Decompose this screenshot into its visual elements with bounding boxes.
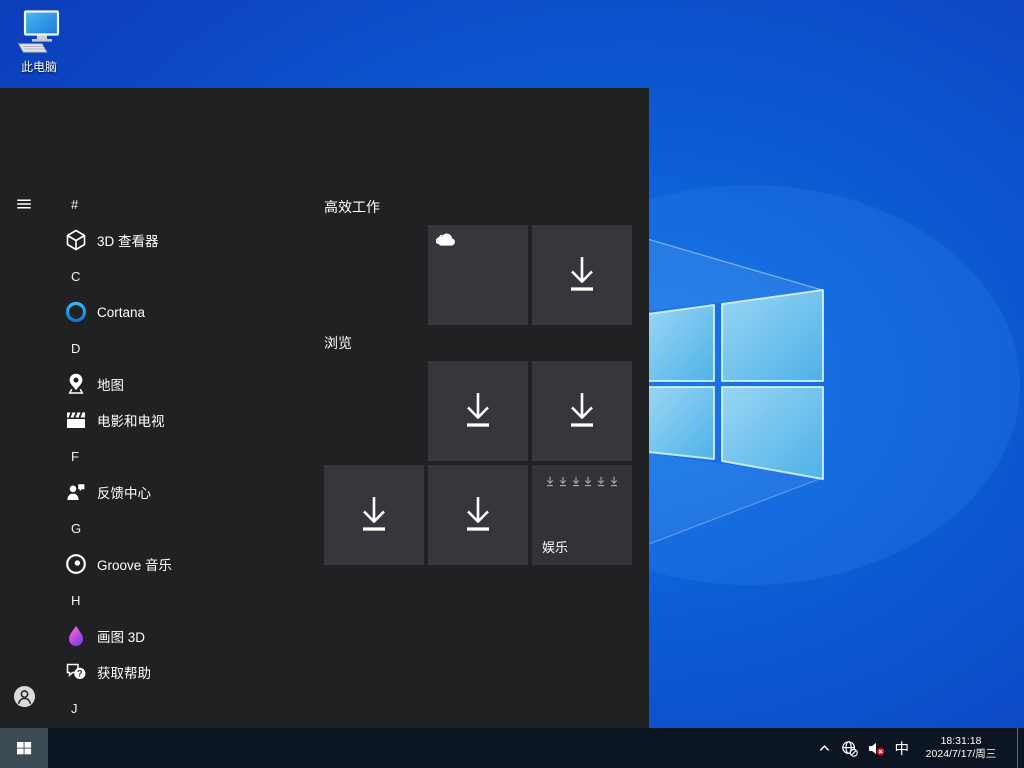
cortana-icon — [64, 300, 88, 324]
app-list-section-header[interactable]: G — [48, 510, 324, 546]
svg-text:?: ? — [77, 669, 83, 679]
desktop-icon-this-pc[interactable]: 此电脑 — [8, 10, 70, 75]
app-item[interactable]: 电影和电视 — [48, 402, 324, 438]
app-label: 电影和电视 — [97, 410, 165, 430]
section-letter: C — [71, 269, 80, 284]
user-avatar-icon — [13, 685, 36, 708]
tile-group-label[interactable]: 浏览 — [324, 333, 646, 352]
app-list: #3D 查看器 C Cortana D 地图电影和电视 F 反馈中心 G Groove 音乐 H 画… — [48, 186, 324, 728]
download-arrow-icon — [560, 251, 604, 299]
tile-group: 浏览娱乐 — [324, 333, 646, 565]
start-button[interactable] — [0, 728, 48, 768]
start-menu: #3D 查看器 C Cortana D 地图电影和电视 F 反馈中心 G Groove 音乐 H 画… — [0, 88, 649, 728]
tile-onedrive[interactable] — [428, 225, 528, 325]
app-list-section-header[interactable]: J — [48, 690, 324, 726]
download-arrow-mini-icon — [544, 475, 556, 488]
gethelp-icon: ? — [64, 660, 88, 684]
start-menu-rail — [0, 88, 48, 728]
taskbar: 中 18:31:18 2024/7/17/周三 — [0, 728, 1024, 768]
tile-pending-download[interactable] — [532, 225, 632, 325]
tile-group-label[interactable]: 高效工作 — [324, 197, 646, 216]
show-desktop-button[interactable] — [1017, 728, 1024, 768]
app-label: Groove 音乐 — [97, 554, 172, 574]
section-letter: D — [71, 341, 80, 356]
download-arrow-mini-icon — [595, 475, 607, 488]
user-account-button[interactable] — [0, 672, 48, 720]
feedback-icon — [64, 480, 88, 504]
app-item[interactable]: ? 获取帮助 — [48, 654, 324, 690]
desktop-icon-label: 此电脑 — [8, 58, 70, 75]
tile-area: 高效工作浏览娱乐 — [324, 88, 646, 728]
folder-tile-label: 娱乐 — [542, 537, 568, 556]
download-arrow-icon — [560, 387, 604, 435]
screen: 此电脑 — [0, 0, 1024, 768]
app-item[interactable]: 反馈中心 — [48, 474, 324, 510]
app-label: Cortana — [97, 305, 145, 320]
app-list-section-header[interactable]: C — [48, 258, 324, 294]
section-letter: G — [71, 521, 81, 536]
tile-spacer — [324, 225, 424, 325]
download-arrow-mini-icon — [608, 475, 620, 488]
hamburger-icon — [15, 195, 33, 213]
download-arrow-icon — [456, 387, 500, 435]
ime-indicator[interactable]: 中 — [895, 738, 910, 759]
section-letter: # — [71, 197, 78, 212]
download-arrow-mini-icon — [582, 475, 594, 488]
app-label: 获取帮助 — [97, 662, 151, 682]
network-offline-icon[interactable] — [841, 740, 858, 757]
expand-menu-button[interactable] — [0, 180, 48, 228]
section-letter: F — [71, 449, 79, 464]
clock-date: 2024/7/17/周三 — [918, 748, 1004, 761]
section-letter: H — [71, 593, 80, 608]
system-tray: 中 18:31:18 2024/7/17/周三 — [817, 728, 1024, 768]
tile-pending-download[interactable] — [532, 361, 632, 461]
onedrive-cloud-icon — [436, 232, 457, 247]
tile-row: 娱乐 — [324, 465, 646, 565]
app-item[interactable]: 地图 — [48, 366, 324, 402]
download-arrow-mini-icon — [570, 475, 582, 488]
tile-row — [324, 225, 646, 325]
this-pc-icon — [14, 10, 64, 56]
app-label: 反馈中心 — [97, 482, 151, 502]
download-arrow-mini-icon — [557, 475, 569, 488]
tile-pending-download[interactable] — [428, 465, 528, 565]
app-item[interactable]: Groove 音乐 — [48, 546, 324, 582]
tile-row — [324, 361, 646, 461]
section-letter: J — [71, 701, 78, 716]
app-list-section-header[interactable]: H — [48, 582, 324, 618]
app-label: 画图 3D — [97, 626, 145, 646]
volume-muted-icon[interactable] — [867, 740, 886, 757]
app-list-section-header[interactable]: F — [48, 438, 324, 474]
groove-icon — [64, 552, 88, 576]
app-list-section-header[interactable]: # — [48, 186, 324, 222]
hidden-icons-chevron-icon[interactable] — [817, 741, 832, 756]
tile-folder[interactable]: 娱乐 — [532, 465, 632, 565]
app-label: 3D 查看器 — [97, 230, 159, 250]
windows-logo-icon — [16, 740, 32, 756]
folder-tile-preview — [544, 475, 620, 488]
tile-pending-download[interactable] — [324, 465, 424, 565]
tile-pending-download[interactable] — [428, 361, 528, 461]
app-label: 地图 — [97, 374, 124, 394]
app-item[interactable]: 3D 查看器 — [48, 222, 324, 258]
tile-group: 高效工作 — [324, 197, 646, 325]
paint3d-icon — [64, 624, 88, 648]
download-arrow-icon — [352, 491, 396, 539]
tile-spacer — [324, 361, 424, 461]
taskbar-clock[interactable]: 18:31:18 2024/7/17/周三 — [918, 735, 1004, 761]
clock-time: 18:31:18 — [918, 735, 1004, 748]
app-list-section-header[interactable]: D — [48, 330, 324, 366]
app-item[interactable]: Cortana — [48, 294, 324, 330]
settings-button[interactable] — [0, 720, 48, 728]
maps-icon — [64, 372, 88, 396]
viewer3d-icon — [64, 228, 88, 252]
app-item[interactable]: 画图 3D — [48, 618, 324, 654]
movies-icon — [64, 408, 88, 432]
download-arrow-icon — [456, 491, 500, 539]
